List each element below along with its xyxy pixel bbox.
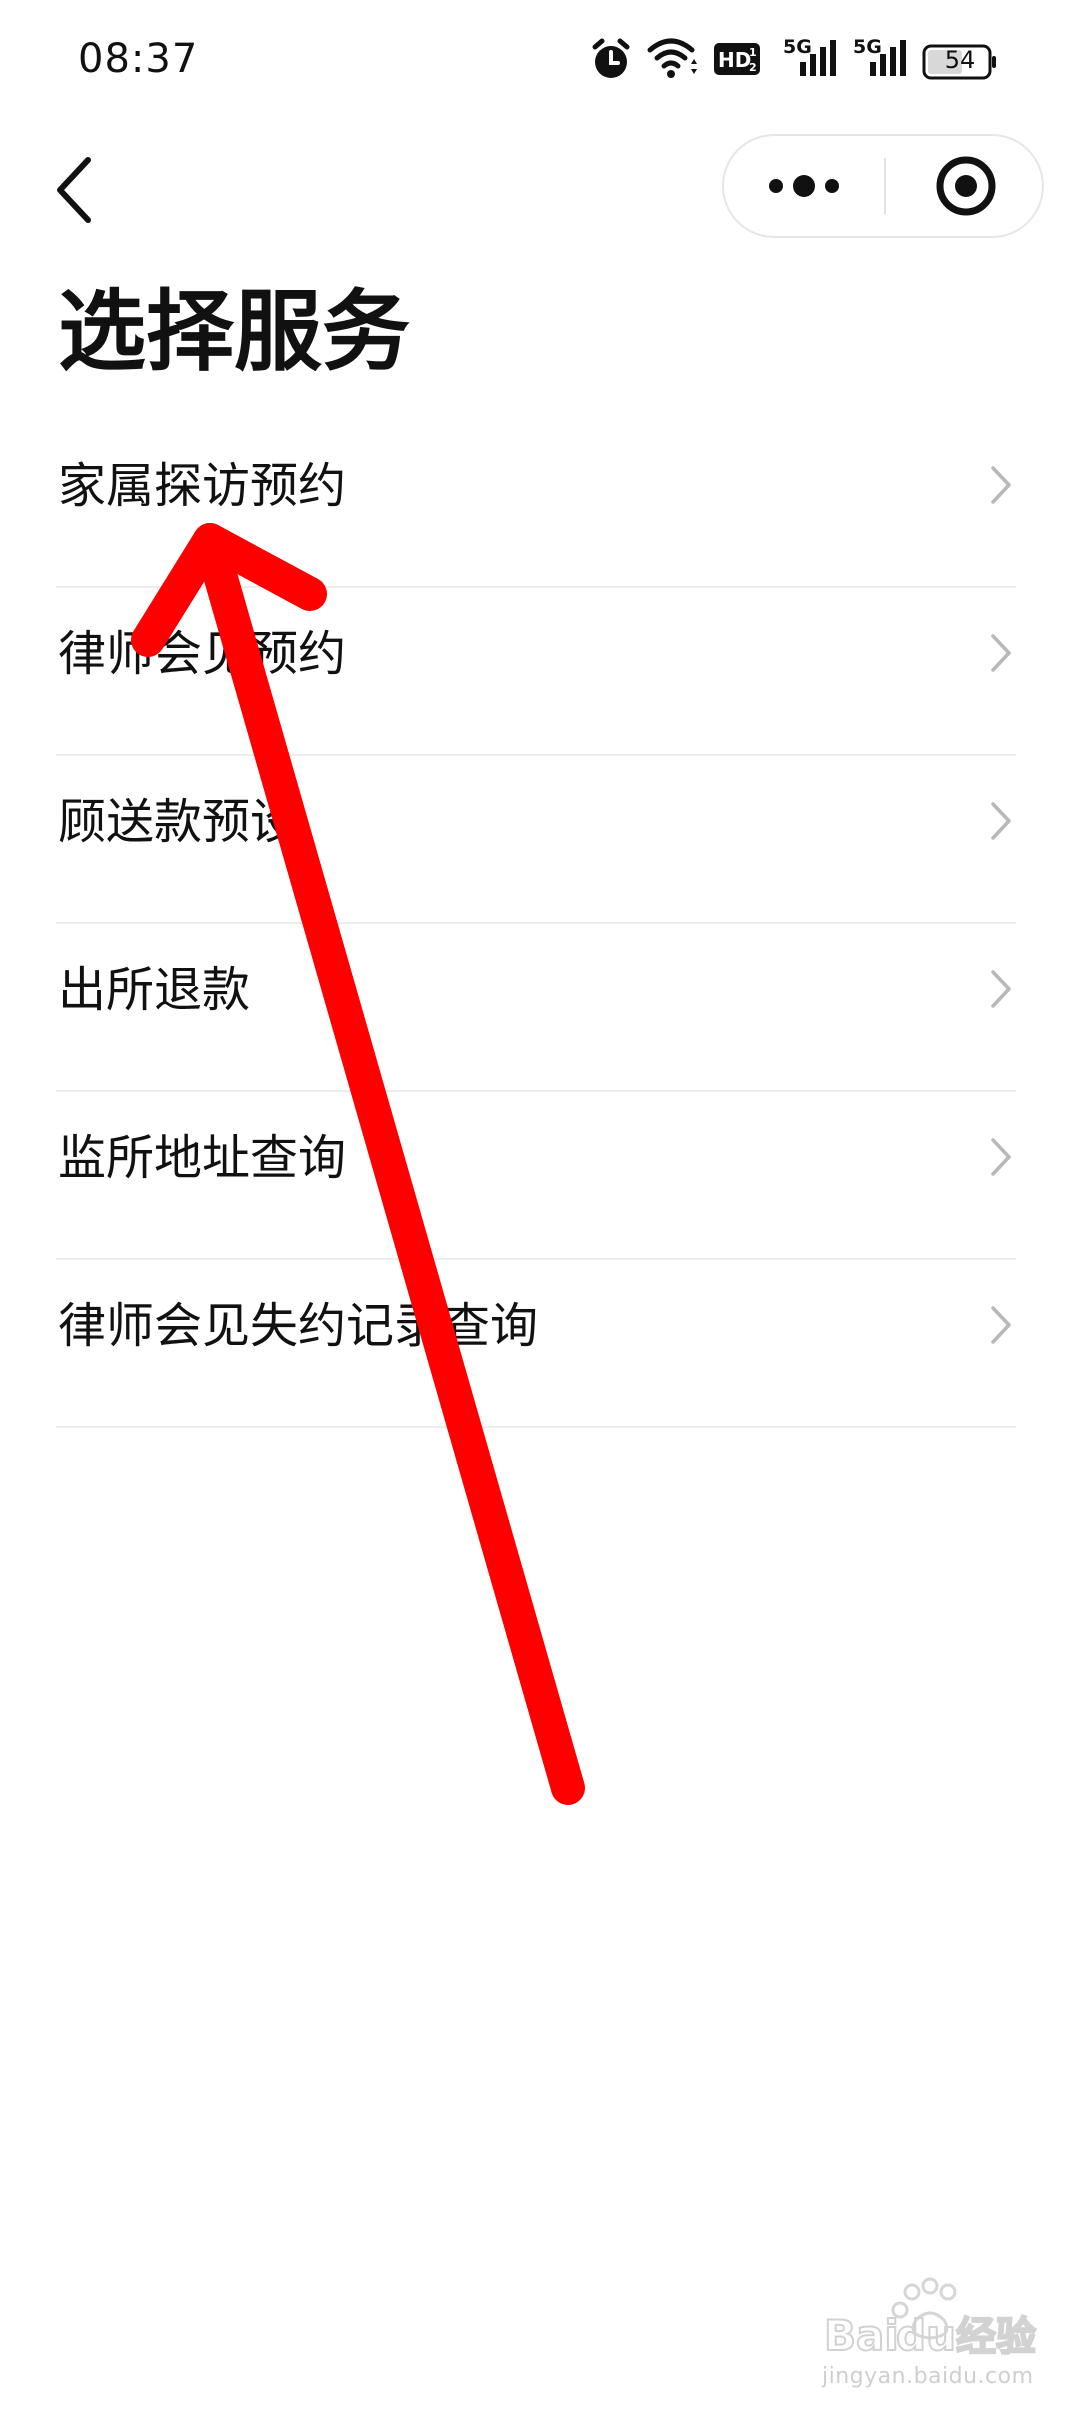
list-item-deposit[interactable]: 顾送款预设	[56, 756, 1016, 924]
chevron-right-icon	[991, 466, 1011, 504]
chevron-right-icon	[991, 1138, 1011, 1176]
chevron-right-icon	[991, 970, 1011, 1008]
list-item-label: 律师会见预约	[58, 626, 347, 682]
battery-level: 54	[944, 46, 976, 74]
mini-program-capsule	[722, 134, 1044, 238]
hd-icon: HD 1 2	[714, 43, 760, 75]
list-item-family-visit[interactable]: 家属探访预约	[56, 420, 1016, 588]
list-item-label: 顾送款预设	[58, 794, 299, 850]
svg-text:2: 2	[749, 61, 757, 74]
list-item-label: 监所地址查询	[58, 1130, 347, 1186]
chevron-right-icon	[991, 1306, 1011, 1344]
list-item-lawyer-meeting[interactable]: 律师会见预约	[56, 588, 1016, 756]
svg-text:Bai: Bai	[824, 2311, 899, 2360]
svg-text:1: 1	[749, 46, 757, 59]
chevron-right-icon	[991, 802, 1011, 840]
svg-text:经验: 经验	[956, 2314, 1036, 2360]
more-dots-icon	[769, 175, 839, 197]
more-button[interactable]	[724, 136, 884, 236]
list-item-label: 出所退款	[58, 962, 251, 1018]
close-button[interactable]	[886, 136, 1042, 236]
record-circle-icon	[936, 156, 996, 216]
list-item-address-query[interactable]: 监所地址查询	[56, 1092, 1016, 1260]
wifi-icon	[647, 38, 697, 78]
service-list: 家属探访预约 律师会见预约 顾送款预设 出所退款 监所地址查询 律师会见失约记录…	[56, 420, 1016, 1428]
chevron-left-icon	[57, 157, 91, 223]
list-item-missed-meeting-query[interactable]: 律师会见失约记录查询	[56, 1260, 1016, 1428]
list-item-label: 律师会见失约记录查询	[58, 1298, 539, 1354]
alarm-icon	[592, 38, 630, 78]
back-button[interactable]	[48, 150, 108, 230]
signal-icon	[800, 40, 836, 76]
page-title: 选择服务	[58, 280, 411, 383]
list-item-refund[interactable]: 出所退款	[56, 924, 1016, 1092]
chevron-right-icon	[991, 634, 1011, 672]
svg-text:HD: HD	[718, 48, 751, 72]
watermark-url: jingyan.baidu.com	[822, 2364, 1034, 2389]
status-bar: 08:37 HD 1 2 5G 5G 54	[0, 0, 1080, 120]
status-time: 08:37	[78, 36, 199, 82]
svg-text:du: du	[896, 2311, 956, 2360]
signal-icon	[870, 40, 906, 76]
list-item-label: 家属探访预约	[58, 458, 347, 514]
